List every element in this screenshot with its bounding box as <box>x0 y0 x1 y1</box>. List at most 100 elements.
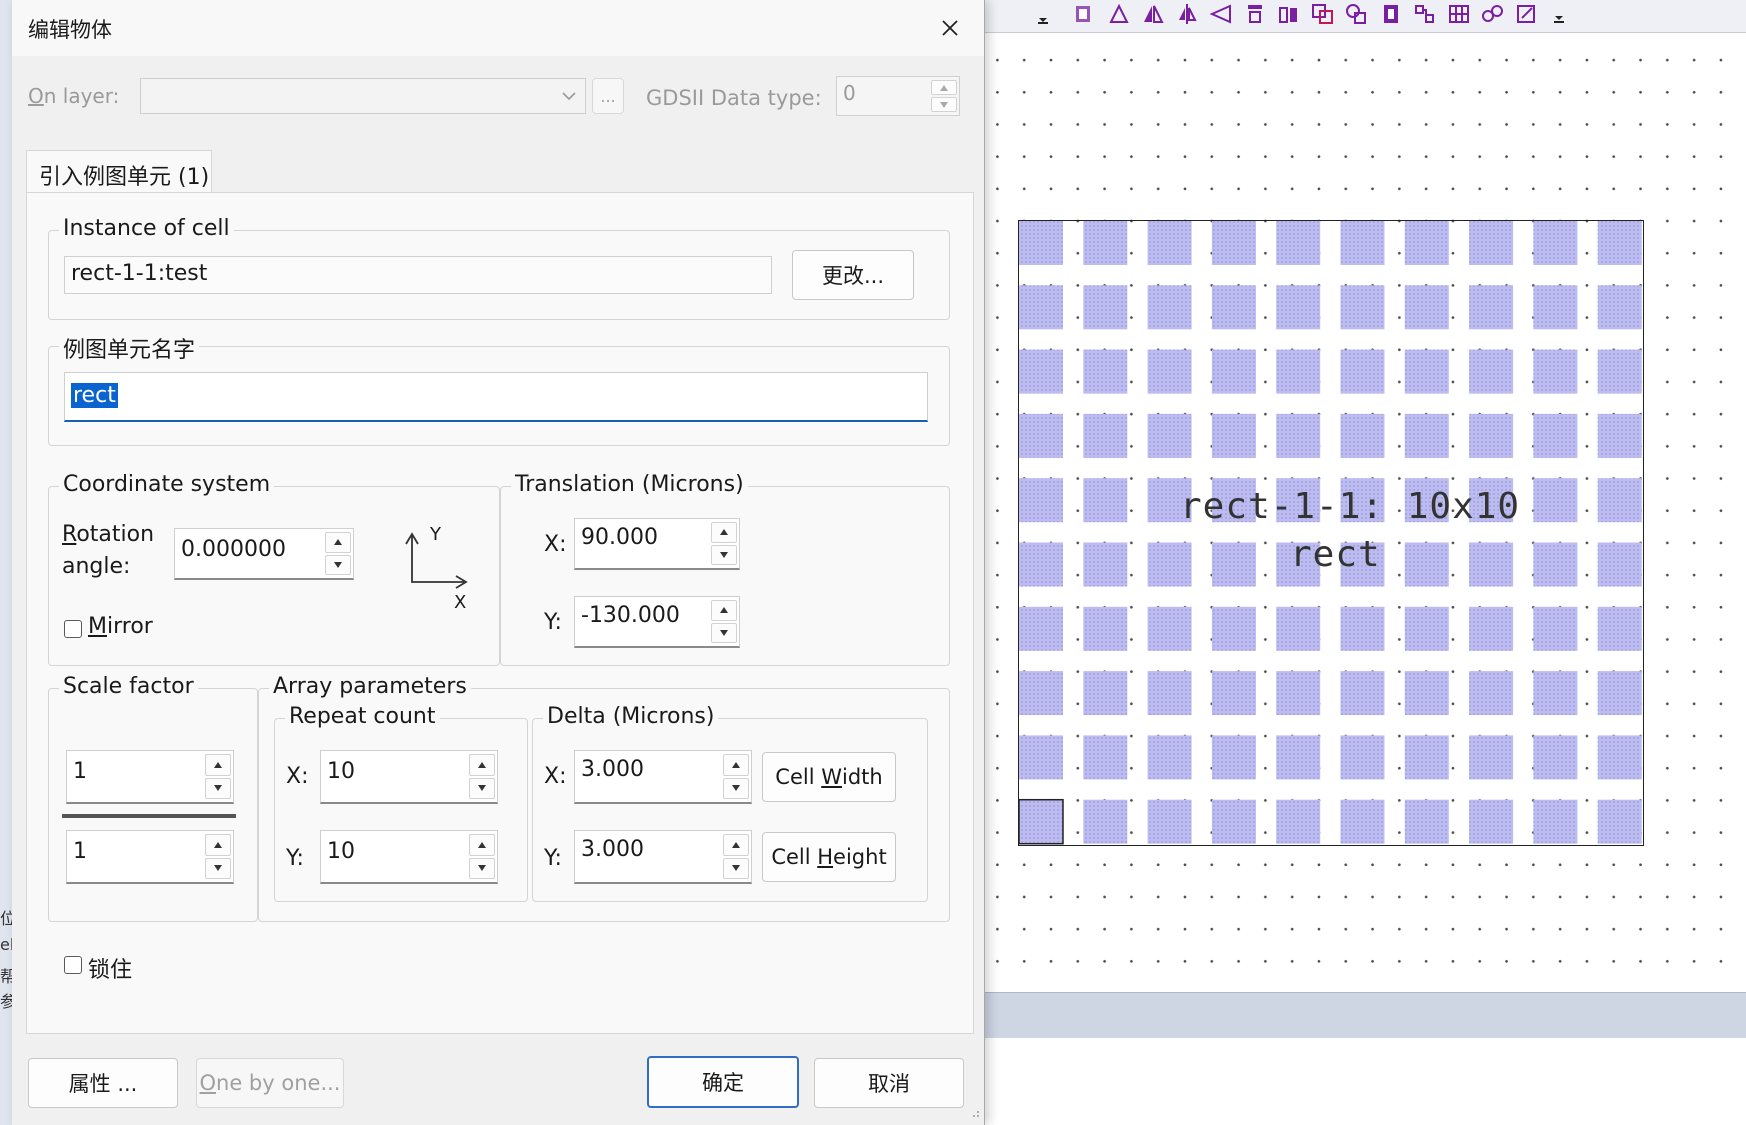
delta-y-spin-down[interactable] <box>723 857 749 879</box>
axis-x-label: X <box>454 592 467 613</box>
repeat-x-spin-up[interactable] <box>469 754 495 776</box>
instance-name-input[interactable]: rect <box>64 372 928 422</box>
chevron-up-icon <box>478 841 486 848</box>
one-by-one-label-rest: ne by one... <box>216 1071 341 1095</box>
translation-x-input[interactable]: 90.000 <box>574 518 740 570</box>
edit-cell-icon[interactable] <box>1514 2 1540 26</box>
mirror-y-icon[interactable] <box>1174 2 1200 26</box>
scale-denominator-spinner <box>205 833 231 880</box>
translation-label: Translation (Microns) <box>511 472 748 497</box>
mirror-x-icon[interactable] <box>1140 2 1166 26</box>
gdsii-spin-down[interactable] <box>931 97 957 112</box>
scale-denominator-spin-up[interactable] <box>205 834 231 856</box>
gdsii-data-type-input[interactable]: 0 <box>836 76 960 116</box>
repeat-y-label: Y: <box>286 846 304 871</box>
cell-width-label-prefix: Cell <box>775 765 822 789</box>
ok-button[interactable]: 确定 <box>647 1056 799 1108</box>
scale-numerator-spin-down[interactable] <box>205 777 231 799</box>
translation-x-spin-up[interactable] <box>711 522 737 543</box>
repeat-x-label: X: <box>286 764 309 789</box>
mirror-checkbox[interactable] <box>64 620 82 638</box>
repeat-y-spin-up[interactable] <box>469 834 495 856</box>
instance-name-label: 例图单元名字 <box>59 332 200 364</box>
chevron-up-icon <box>732 761 740 768</box>
delta-x-input[interactable]: 3.000 <box>574 750 752 804</box>
flip-icon[interactable] <box>1070 2 1096 26</box>
close-button[interactable] <box>928 6 972 50</box>
delta-y-input[interactable]: 3.000 <box>574 830 752 884</box>
layer-select[interactable] <box>140 78 586 114</box>
layer-browse-button[interactable]: ... <box>592 78 624 114</box>
align-columns-icon[interactable] <box>1276 2 1302 26</box>
chevron-up-icon <box>720 529 728 536</box>
toolbar-dropdown-icon[interactable] <box>1030 2 1056 26</box>
rotation-angle-value: 0.000000 <box>181 537 286 562</box>
rotation-mnemonic: R <box>62 522 77 547</box>
rotation-spin-up[interactable] <box>325 532 351 553</box>
repeat-y-input[interactable]: 10 <box>320 830 498 884</box>
rotation-spin-down[interactable] <box>325 554 351 575</box>
chevron-down-icon <box>940 101 948 108</box>
repeat-x-input[interactable]: 10 <box>320 750 498 804</box>
translation-x-spin-down[interactable] <box>711 544 737 565</box>
scale-denominator-input[interactable]: 1 <box>66 830 234 884</box>
repeat-x-spin-down[interactable] <box>469 777 495 799</box>
status-bar <box>984 992 1746 1039</box>
on-layer-label-rest: n layer: <box>43 84 120 108</box>
one-by-one-button[interactable]: One by one... <box>196 1058 344 1108</box>
boolean-icon[interactable] <box>1310 2 1336 26</box>
toolbar-overflow-dropdown-icon[interactable] <box>1546 2 1572 26</box>
canvas-instance-label: rect-1-1: 10x10 <box>1180 486 1521 527</box>
cell-height-button[interactable]: Cell Height <box>762 832 896 882</box>
repeat-y-spinner <box>469 833 495 880</box>
cell-reference-field[interactable]: rect-1-1:test <box>64 256 772 294</box>
scale-numerator-input[interactable]: 1 <box>66 750 234 804</box>
delta-x-spin-down[interactable] <box>723 777 749 799</box>
scale-numerator-value: 1 <box>73 759 87 784</box>
cancel-button[interactable]: 取消 <box>814 1058 964 1108</box>
cell-width-button[interactable]: Cell Width <box>762 752 896 802</box>
delta-y-value: 3.000 <box>581 837 644 862</box>
align-top-icon[interactable] <box>1242 2 1268 26</box>
translation-y-spin-up[interactable] <box>711 600 737 621</box>
scale-factor-label: Scale factor <box>59 674 198 699</box>
lock-checkbox[interactable] <box>64 956 82 974</box>
scale-fraction-bar <box>62 814 236 818</box>
link-icon[interactable] <box>1480 2 1506 26</box>
rotation-angle-input[interactable]: 0.000000 <box>174 528 354 580</box>
translation-y-spin-down[interactable] <box>711 622 737 643</box>
drawing-toolbar <box>982 0 1746 33</box>
delta-y-spin-up[interactable] <box>723 834 749 856</box>
scale-numerator-spinner <box>205 753 231 800</box>
scale-numerator-spin-up[interactable] <box>205 754 231 776</box>
mirror-label: Mirror <box>88 614 153 639</box>
translation-y-label: Y: <box>544 610 562 635</box>
rotate-icon[interactable] <box>1106 2 1132 26</box>
change-cell-button[interactable]: 更改... <box>792 250 914 300</box>
delta-x-spinner <box>723 753 749 800</box>
delta-x-spin-up[interactable] <box>723 754 749 776</box>
chevron-down-icon <box>334 561 342 568</box>
merge-icon[interactable] <box>1344 2 1370 26</box>
repeat-y-value: 10 <box>327 839 355 864</box>
array-icon[interactable] <box>1412 2 1438 26</box>
resize-grip-icon[interactable] <box>968 1108 980 1120</box>
grid-array-icon[interactable] <box>1446 2 1472 26</box>
align-left-icon[interactable] <box>1208 2 1234 26</box>
chevron-down-icon <box>478 785 486 792</box>
gdsii-spin-up[interactable] <box>931 80 957 95</box>
cell-instance-icon[interactable] <box>1378 2 1404 26</box>
tab-instance[interactable]: 引入例图单元 (1) <box>26 150 212 194</box>
chevron-down-icon <box>720 629 728 636</box>
chevron-up-icon <box>334 539 342 546</box>
chevron-up-icon <box>720 607 728 614</box>
scale-denominator-spin-down[interactable] <box>205 857 231 879</box>
cell-reference-value: rect-1-1:test <box>71 261 208 286</box>
translation-x-value: 90.000 <box>581 525 658 550</box>
array-parameters-label: Array parameters <box>269 674 471 699</box>
translation-y-input[interactable]: -130.000 <box>574 596 740 648</box>
properties-button[interactable]: 属性 ... <box>28 1058 178 1108</box>
repeat-y-spin-down[interactable] <box>469 857 495 879</box>
repeat-count-label: Repeat count <box>285 704 440 729</box>
cell-width-label-rest: idth <box>841 765 883 789</box>
